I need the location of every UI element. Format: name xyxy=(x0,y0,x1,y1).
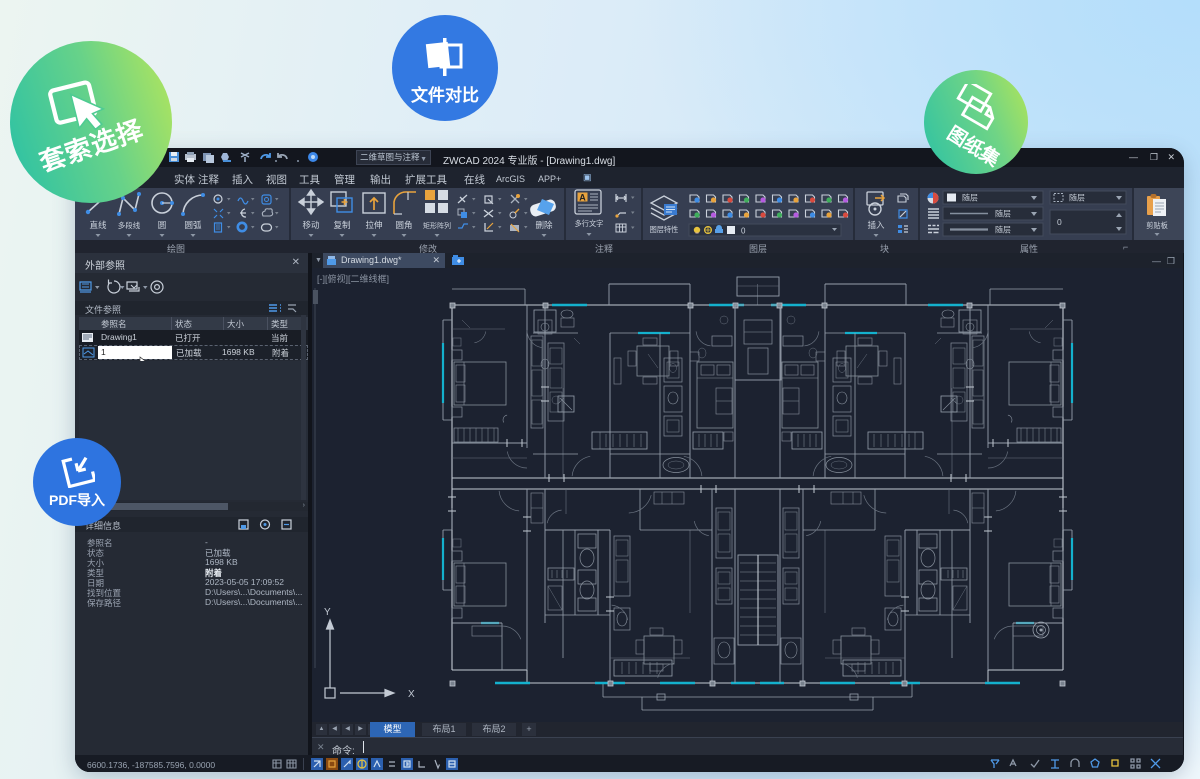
svg-text:圆弧: 圆弧 xyxy=(184,220,202,230)
svg-text:随层: 随层 xyxy=(1069,193,1085,203)
svg-text:直线: 直线 xyxy=(89,220,107,230)
svg-text:插入: 插入 xyxy=(867,220,885,230)
svg-text:移动: 移动 xyxy=(302,220,320,230)
svg-text:0: 0 xyxy=(1057,217,1062,227)
svg-text:图层特性: 图层特性 xyxy=(650,225,679,234)
svg-text:随层: 随层 xyxy=(995,209,1011,219)
svg-text:矩形阵列: 矩形阵列 xyxy=(423,221,451,230)
svg-text:拉伸: 拉伸 xyxy=(365,220,382,230)
svg-text:A: A xyxy=(579,193,586,203)
svg-text:复制: 复制 xyxy=(333,220,350,230)
svg-text:剪贴板: 剪贴板 xyxy=(1146,221,1168,230)
svg-text:多行文字: 多行文字 xyxy=(575,219,604,228)
svg-text:随层: 随层 xyxy=(995,225,1011,235)
svg-text:圆角: 圆角 xyxy=(395,220,412,230)
svg-text:圆: 圆 xyxy=(158,220,167,230)
svg-text:多段线: 多段线 xyxy=(118,220,141,230)
svg-text:随层: 随层 xyxy=(962,193,978,203)
svg-text:删除: 删除 xyxy=(535,220,553,230)
svg-text:Y: Y xyxy=(324,607,331,618)
svg-text:X: X xyxy=(408,689,415,700)
svg-text:0: 0 xyxy=(741,227,746,236)
